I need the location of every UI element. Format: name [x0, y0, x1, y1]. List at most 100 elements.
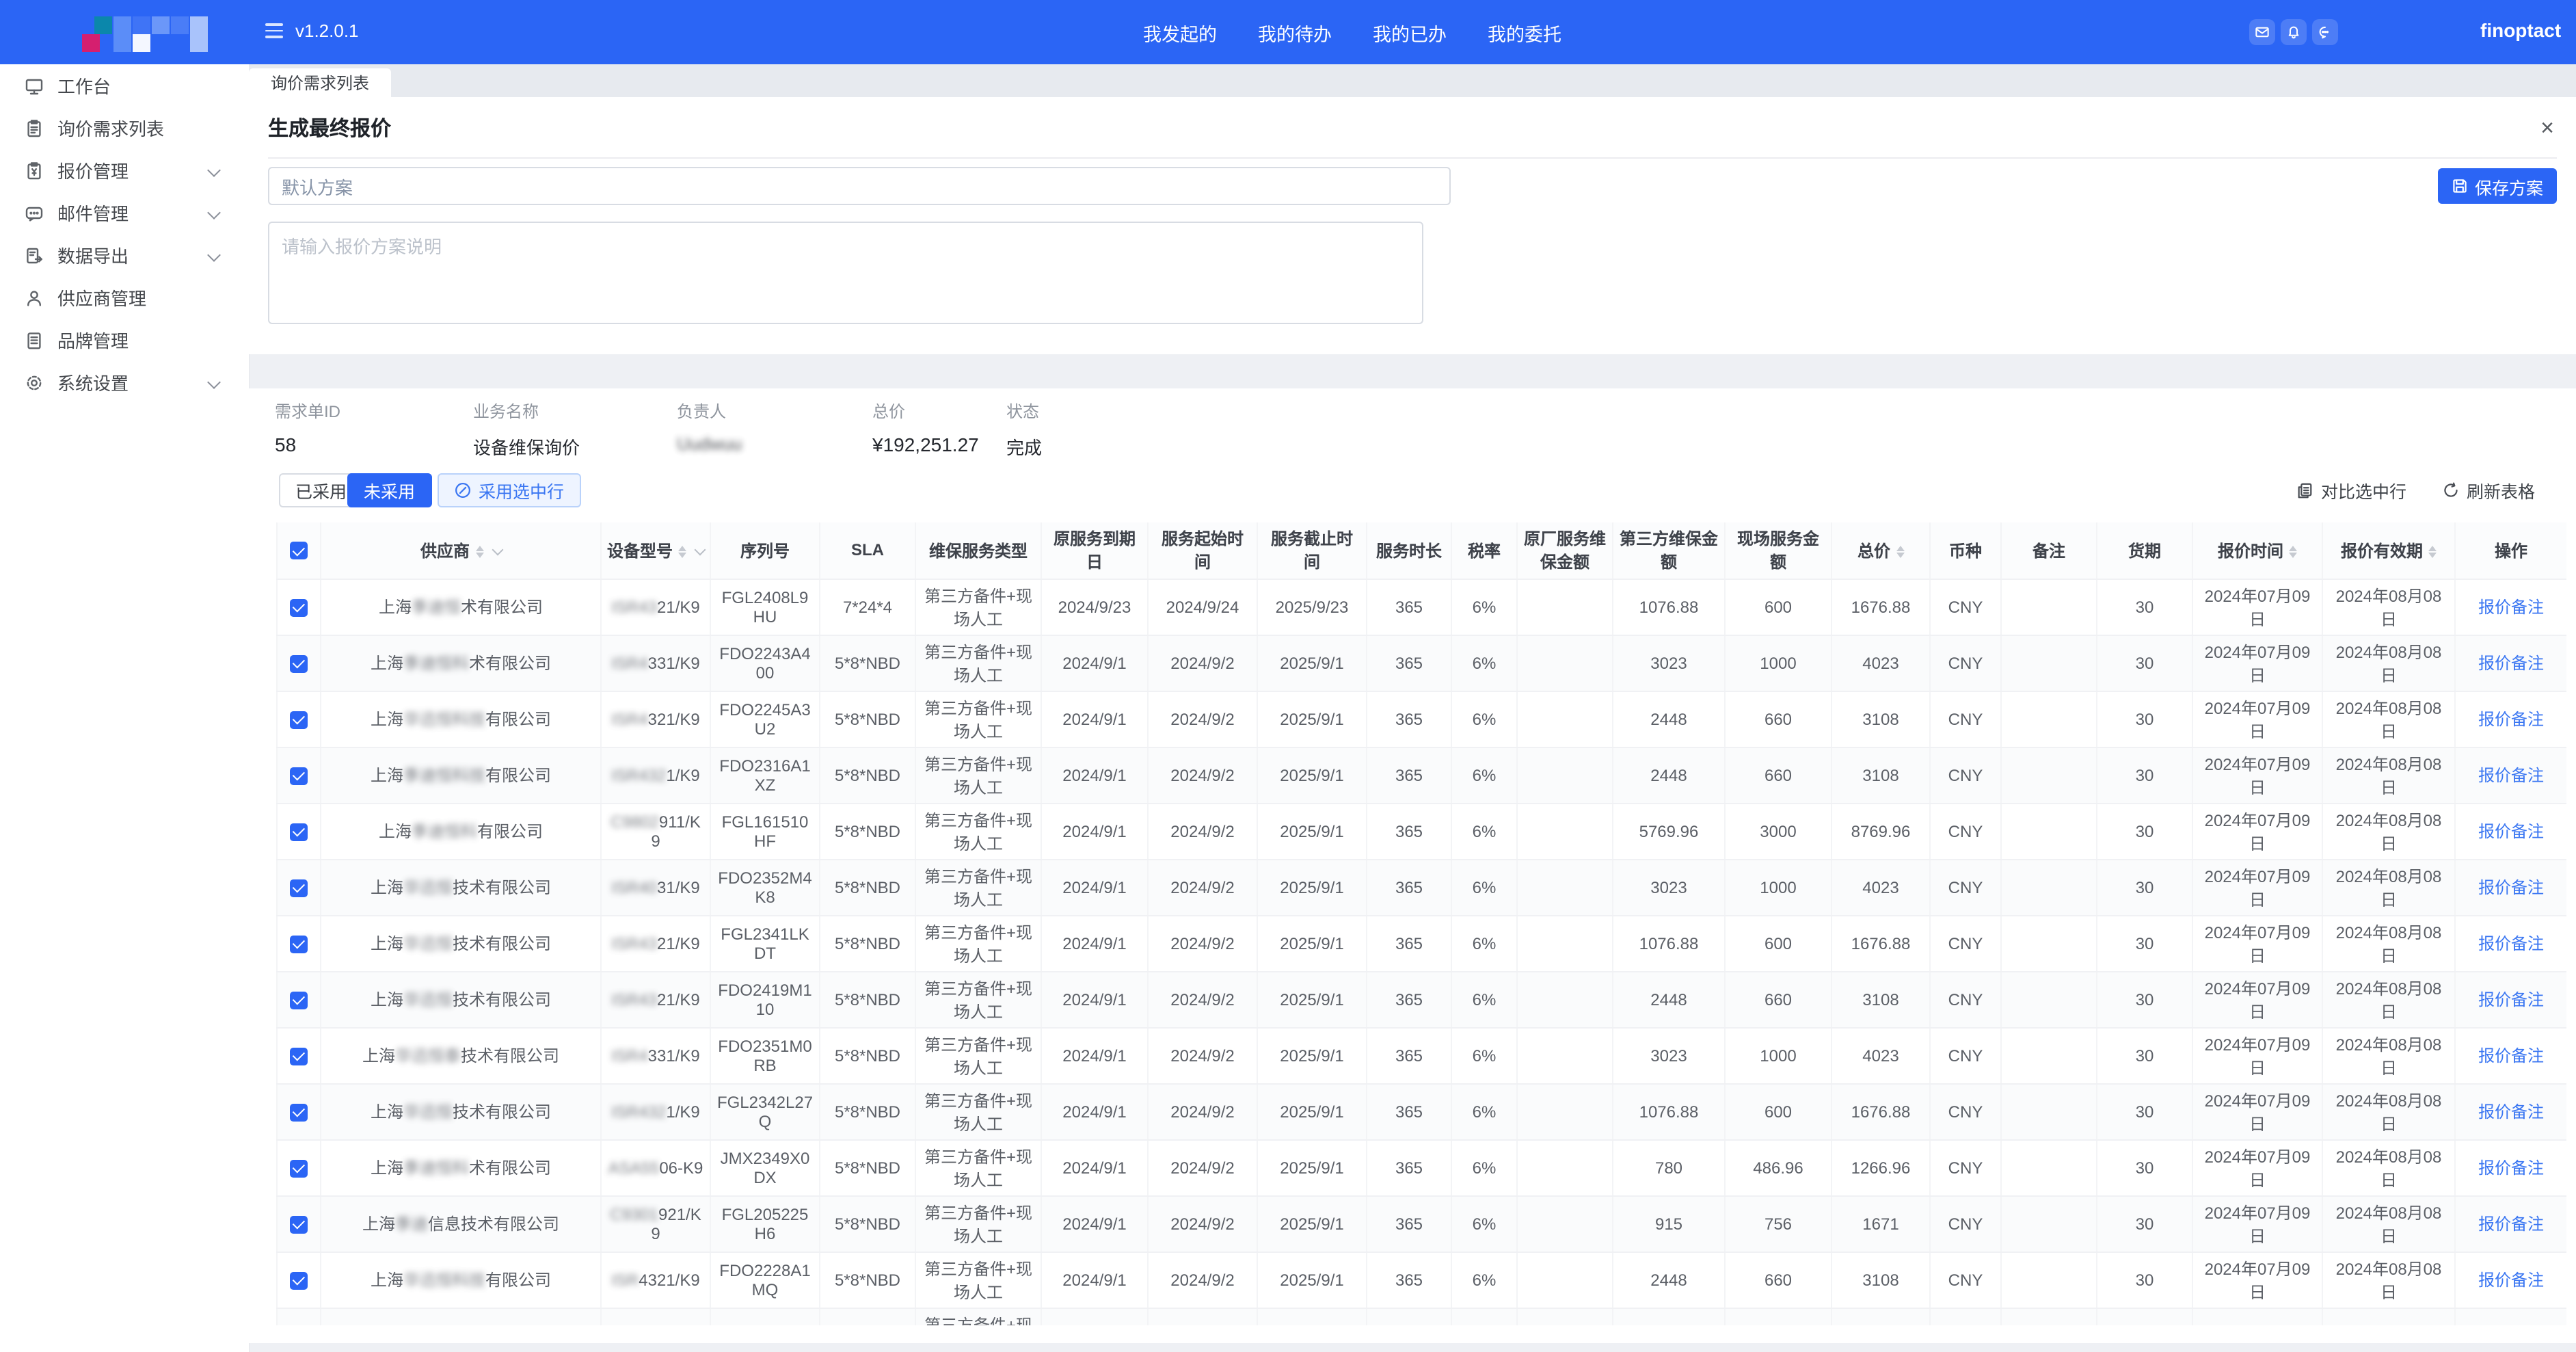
not-adopted-button[interactable]: 未采用	[347, 473, 431, 507]
cell-model: C9301921/K9	[601, 1195, 710, 1251]
cell-onsite_amount	[1725, 1308, 1832, 1325]
quote-note-link[interactable]: 报价备注	[2478, 1215, 2544, 1234]
row-checkbox[interactable]	[290, 711, 308, 728]
row-checkbox[interactable]	[290, 1103, 308, 1121]
cell-tax_rate: 6%	[1451, 747, 1517, 803]
sidebar-item-0[interactable]: 工作台	[0, 64, 249, 107]
quote-note-link[interactable]: 报价备注	[2478, 766, 2544, 785]
cell-model: ISR4321/K9	[601, 1251, 710, 1308]
sidebar-collapse-icon[interactable]	[265, 23, 283, 40]
quote-note-link[interactable]: 报价备注	[2478, 1102, 2544, 1122]
sort-icon[interactable]	[1896, 546, 1904, 558]
sort-icon[interactable]	[475, 546, 483, 558]
table-row: 上海季迪恒术有限公司ISR4321/K9FGL2408L9HU7*24*4第三方…	[277, 579, 2566, 635]
quote-note-link[interactable]: 报价备注	[2478, 654, 2544, 673]
cell-service_end	[1257, 1308, 1367, 1325]
sidebar-item-7[interactable]: 系统设置	[0, 361, 249, 403]
row-checkbox[interactable]	[290, 654, 308, 672]
row-checkbox[interactable]	[290, 823, 308, 840]
sidebar-item-4[interactable]: 数据导出	[0, 234, 249, 276]
filter-icon[interactable]	[492, 544, 503, 555]
row-checkbox[interactable]	[290, 1271, 308, 1289]
col-valid_until[interactable]: 报价有效期	[2322, 522, 2455, 579]
col-model[interactable]: 设备型号	[601, 522, 710, 579]
cell-supplier: 上海华迅恒科技有限公司	[321, 1251, 601, 1308]
row-checkbox[interactable]	[290, 767, 308, 784]
col-label: 操作	[2495, 542, 2527, 561]
quote-note-link[interactable]: 报价备注	[2478, 598, 2544, 617]
quote-note-link[interactable]: 报价备注	[2478, 1046, 2544, 1065]
col-label: 现场服务金额	[1737, 530, 1819, 572]
cell-sla: 5*8*NBD	[820, 1027, 915, 1083]
plan-name-input[interactable]	[268, 167, 1451, 205]
dialog-header: 生成最终报价 ×	[268, 97, 2557, 159]
quote-note-link[interactable]: 报价备注	[2478, 822, 2544, 841]
quote-note-link[interactable]: 报价备注	[2478, 990, 2544, 1009]
topnav-item-1[interactable]: 我的待办	[1258, 18, 1332, 46]
sidebar-item-3[interactable]: 邮件管理	[0, 191, 249, 234]
quote-note-link[interactable]: 报价备注	[2478, 878, 2544, 897]
col-total[interactable]: 总价	[1832, 522, 1930, 579]
topnav-item-3[interactable]: 我的委托	[1488, 18, 1561, 46]
sidebar-item-1[interactable]: 询价需求列表	[0, 107, 249, 149]
sidebar-item-6[interactable]: 品牌管理	[0, 319, 249, 361]
bell-icon[interactable]	[2281, 19, 2307, 45]
cell-model: ISR4321/K9	[601, 915, 710, 971]
col-select[interactable]	[277, 522, 321, 579]
row-checkbox[interactable]	[290, 879, 308, 897]
chat-icon[interactable]	[2312, 19, 2338, 45]
row-checkbox[interactable]	[290, 598, 308, 616]
save-plan-button[interactable]: 保存方案	[2438, 168, 2557, 204]
row-checkbox[interactable]	[290, 1047, 308, 1065]
cell-note	[2001, 691, 2097, 747]
close-icon[interactable]: ×	[2540, 116, 2557, 139]
sort-icon[interactable]	[2428, 546, 2437, 558]
sidebar-item-2[interactable]: 报价管理	[0, 149, 249, 191]
compare-icon	[2296, 481, 2314, 499]
cell-model	[601, 1308, 710, 1325]
cell-oem_amount	[1517, 1139, 1613, 1195]
cell-service_type: 第三方备件+现场人工	[915, 691, 1041, 747]
topnav-item-2[interactable]: 我的已办	[1373, 18, 1447, 46]
row-checkbox[interactable]	[290, 935, 308, 953]
col-service_start: 服务起始时间	[1148, 522, 1257, 579]
cell-onsite_amount: 660	[1725, 971, 1832, 1027]
cell-select	[277, 803, 321, 859]
tab-inquiry-list[interactable]: 询价需求列表	[249, 68, 391, 97]
cell-lead_time: 30	[2097, 747, 2192, 803]
topnav-item-0[interactable]: 我发起的	[1143, 18, 1217, 46]
row-checkbox[interactable]	[290, 1159, 308, 1177]
masked-text: ISR432	[611, 1102, 666, 1121]
filter-icon[interactable]	[695, 544, 706, 555]
sort-icon[interactable]	[2289, 546, 2297, 558]
col-service_end: 服务截止时间	[1257, 522, 1367, 579]
quote-note-link[interactable]: 报价备注	[2478, 934, 2544, 953]
row-checkbox[interactable]	[290, 991, 308, 1009]
sidebar-item-5[interactable]: 供应商管理	[0, 276, 249, 319]
col-quote_date[interactable]: 报价时间	[2192, 522, 2322, 579]
cell-note	[2001, 635, 2097, 691]
cell-model: ISR4321/K9	[601, 691, 710, 747]
quote-note-link[interactable]: 报价备注	[2478, 710, 2544, 729]
chevron-down-icon	[207, 375, 221, 389]
mail-icon[interactable]	[2249, 19, 2275, 45]
cell-quote_date: 2024年07月09日	[2192, 1139, 2322, 1195]
cell-model: ISR4321/K9	[601, 747, 710, 803]
plan-description-textarea[interactable]	[268, 222, 1423, 324]
refresh-table-button[interactable]: 刷新表格	[2442, 477, 2535, 503]
cell-total: 3108	[1832, 747, 1930, 803]
save-icon	[2452, 178, 2468, 194]
compare-selected-button[interactable]: 对比选中行	[2296, 477, 2406, 503]
select-all-checkbox[interactable]	[290, 542, 308, 560]
row-checkbox[interactable]	[290, 1215, 308, 1233]
col-supplier[interactable]: 供应商	[321, 522, 601, 579]
cell-service_start: 2024/9/2	[1148, 859, 1257, 915]
quote-note-link[interactable]: 报价备注	[2478, 1271, 2544, 1290]
cell-oem_amount	[1517, 915, 1613, 971]
sort-icon[interactable]	[678, 546, 686, 558]
quote-detail-panel: 需求单ID58业务名称设备维保询价负责人Uudwuu总价¥192,251.27状…	[249, 388, 2576, 1343]
quote-note-link[interactable]: 报价备注	[2478, 1158, 2544, 1178]
cell-action: 报价备注	[2455, 579, 2566, 635]
adopt-selected-button[interactable]: 采用选中行	[438, 473, 580, 507]
summary-label: 负责人	[677, 399, 742, 423]
